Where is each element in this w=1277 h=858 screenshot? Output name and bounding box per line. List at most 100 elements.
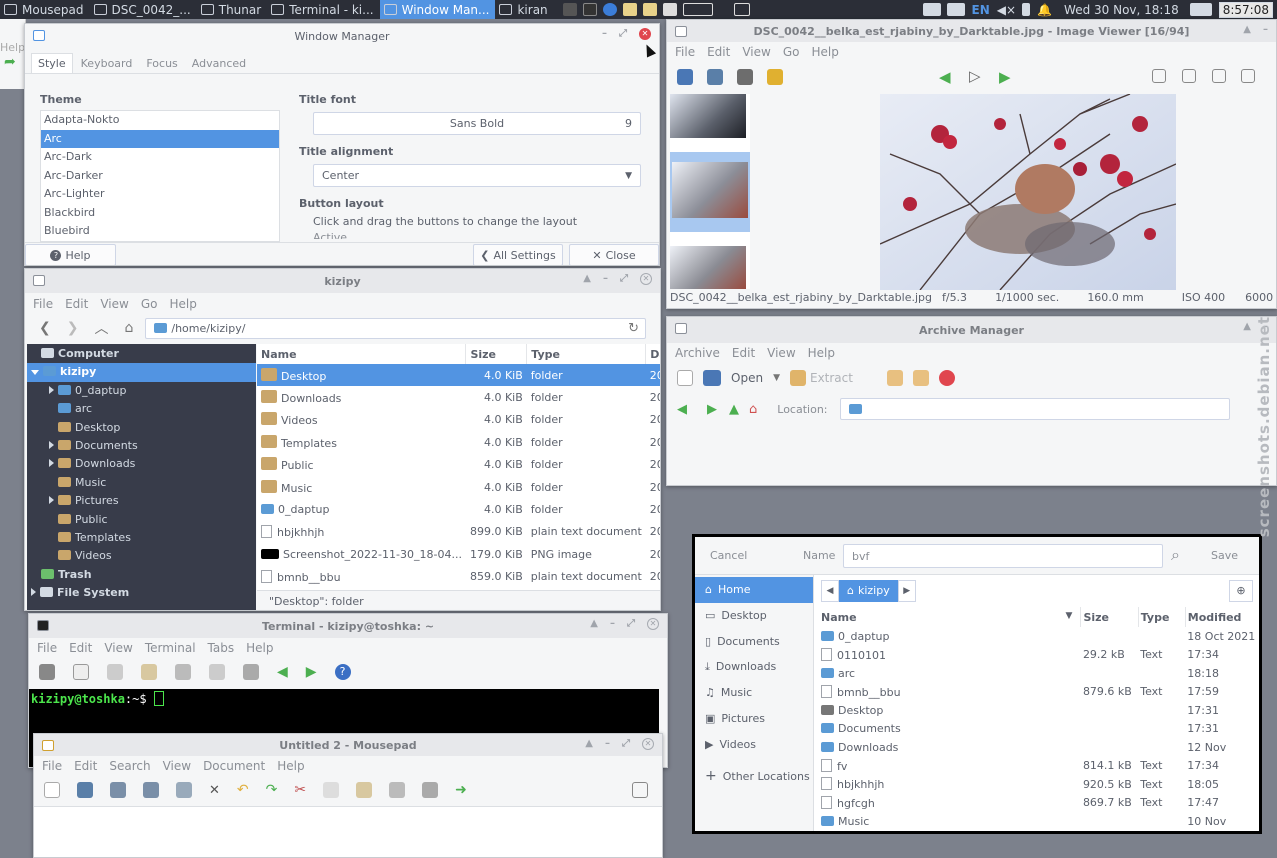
title-font-button[interactable]: Sans Bold 9 [313, 112, 641, 135]
edit-icon[interactable] [767, 69, 783, 85]
shade-icon[interactable]: ▲ [1243, 321, 1251, 332]
paste-icon[interactable] [356, 782, 373, 798]
open-icon[interactable] [703, 370, 721, 386]
expander-icon[interactable] [49, 496, 54, 505]
list-item[interactable]: arc 18:18 [819, 664, 1259, 683]
language-indicator[interactable]: EN [972, 3, 990, 17]
place-documents[interactable]: ▯ Documents [695, 629, 813, 655]
sidebar-item-file-system[interactable]: File System [27, 584, 256, 602]
table-row[interactable]: Desktop 4.0 KiBfolder2022- [257, 364, 660, 387]
column-header-size[interactable]: Size [465, 344, 528, 364]
terminal-icon[interactable] [582, 3, 597, 16]
close-icon[interactable]: ✕ [640, 273, 652, 285]
close-icon[interactable]: ✕ [647, 618, 659, 630]
copy-icon[interactable] [107, 664, 123, 680]
save-as-icon[interactable] [110, 782, 126, 798]
list-item[interactable]: hgfcgh 869.7 kB Text 17:47 [819, 794, 1259, 813]
preferences-icon[interactable] [243, 664, 259, 680]
new-folder-icon[interactable]: ⊕ [1229, 580, 1253, 602]
name-input[interactable]: bvf [843, 544, 1163, 568]
text-area[interactable] [34, 806, 662, 857]
goto-icon[interactable]: ➜ [455, 782, 467, 798]
open-icon[interactable] [677, 69, 693, 85]
forward-icon[interactable]: ➦ [0, 54, 25, 70]
volume-icon[interactable]: ◀× [997, 3, 1016, 17]
display-icon[interactable] [946, 3, 965, 16]
search-icon[interactable] [175, 664, 191, 680]
paste-icon[interactable] [141, 664, 157, 680]
menu-item-file[interactable]: File [37, 641, 57, 655]
reload-icon[interactable] [176, 782, 192, 798]
home-icon[interactable]: ⌂ [749, 402, 757, 417]
list-item[interactable]: fv 814.1 kB Text 17:34 [819, 757, 1259, 776]
menu-item-document[interactable]: Document [203, 759, 265, 773]
fullscreen-icon[interactable] [209, 664, 225, 680]
open-button[interactable]: Open [731, 371, 763, 385]
minimize-icon[interactable]: – [1263, 24, 1268, 35]
table-row[interactable]: 0_daptup 4.0 KiB folder 2021- [257, 498, 660, 520]
menu-item-view[interactable]: View [104, 641, 132, 655]
place-pictures[interactable]: ▣ Pictures [695, 706, 813, 732]
taskbar-item[interactable]: DSC_0042_... [90, 0, 197, 19]
undo-icon[interactable]: ↶ [237, 782, 249, 798]
thumbnail[interactable] [670, 94, 746, 138]
sidebar-item-arc[interactable]: arc [27, 400, 256, 418]
clock[interactable]: Wed 30 Nov, 18:18 [1064, 3, 1179, 17]
reload-icon[interactable]: ↻ [628, 321, 639, 336]
thumbnail-selected[interactable] [670, 152, 750, 232]
menu-item-edit[interactable]: Edit [74, 759, 97, 773]
new-icon[interactable] [44, 782, 60, 798]
table-row[interactable]: hbjkhhjh 899.0 KiB plain text document 2022… [257, 521, 660, 543]
taskbar-item[interactable]: Mousepad [0, 0, 90, 19]
redo-icon[interactable]: ↷ [266, 782, 278, 798]
home-icon[interactable]: ⌂ [124, 320, 133, 336]
menu-item-view[interactable]: View [163, 759, 191, 773]
sidebar-item-templates[interactable]: Templates [27, 529, 256, 547]
expander-icon[interactable] [49, 440, 54, 449]
weather-icon[interactable] [1189, 3, 1212, 16]
menu-item-go[interactable]: Go [141, 297, 158, 311]
table-row[interactable]: Screenshot_2022-11-30_18-04... 179.0 KiB P… [257, 543, 660, 565]
forward-icon[interactable]: ▶ [707, 402, 717, 417]
menu-item-help[interactable]: Help [169, 297, 196, 311]
column-header-type[interactable]: Type [526, 344, 647, 364]
sidebar-item-desktop[interactable]: Desktop [27, 419, 256, 437]
menu-item-help[interactable]: Help [246, 641, 273, 655]
all-settings-button[interactable]: ❮ All Settings [473, 244, 563, 265]
menu-item-view[interactable]: View [742, 45, 770, 59]
fullscreen-icon[interactable] [632, 782, 648, 798]
menu-item-search[interactable]: Search [109, 759, 150, 773]
theme-item[interactable]: Blackbird [41, 204, 279, 223]
taskbar-item[interactable]: Window Man... [379, 0, 496, 19]
save-button[interactable]: Save [1211, 549, 1238, 562]
minimize-icon[interactable]: – [603, 273, 608, 285]
place-desktop[interactable]: ▭ Desktop [695, 603, 813, 629]
maximize-icon[interactable]: ⤢ [622, 738, 630, 750]
shade-icon[interactable]: ▲ [583, 273, 591, 285]
chevron-down-icon[interactable]: ▼ [773, 373, 780, 383]
network-icon[interactable] [922, 3, 941, 16]
zoom-out-icon[interactable] [1182, 69, 1196, 83]
expander-icon[interactable] [31, 370, 39, 376]
table-row[interactable]: Music 4.0 KiB folder 2022- [257, 476, 660, 498]
sidebar-item-pictures[interactable]: Pictures [27, 492, 256, 510]
expander-icon[interactable] [49, 459, 54, 468]
column-header-size[interactable]: Size [1080, 607, 1139, 627]
column-header-name[interactable]: Name [257, 344, 467, 364]
thumbnail[interactable] [670, 246, 746, 289]
menu-item-view[interactable]: View [767, 346, 795, 360]
minimize-icon[interactable]: – [610, 618, 615, 630]
note-icon[interactable] [622, 3, 637, 16]
close-icon[interactable]: ✕ [209, 783, 220, 798]
menu-item-edit[interactable]: Edit [707, 45, 730, 59]
bell-icon[interactable]: 🔔 [1037, 3, 1052, 17]
extract-button[interactable]: Extract [810, 371, 853, 385]
close-icon[interactable]: ✕ [642, 738, 654, 750]
list-item[interactable]: Desktop 17:31 [819, 701, 1259, 720]
zoom-in-icon[interactable] [1152, 69, 1166, 83]
shade-icon[interactable]: ▲ [1243, 24, 1251, 35]
shade-icon[interactable]: ▲ [590, 618, 598, 630]
sidebar-item-kizipy[interactable]: kizipy [27, 363, 256, 382]
cut-icon[interactable]: ✂ [294, 782, 306, 798]
menu-item-file[interactable]: File [675, 45, 695, 59]
